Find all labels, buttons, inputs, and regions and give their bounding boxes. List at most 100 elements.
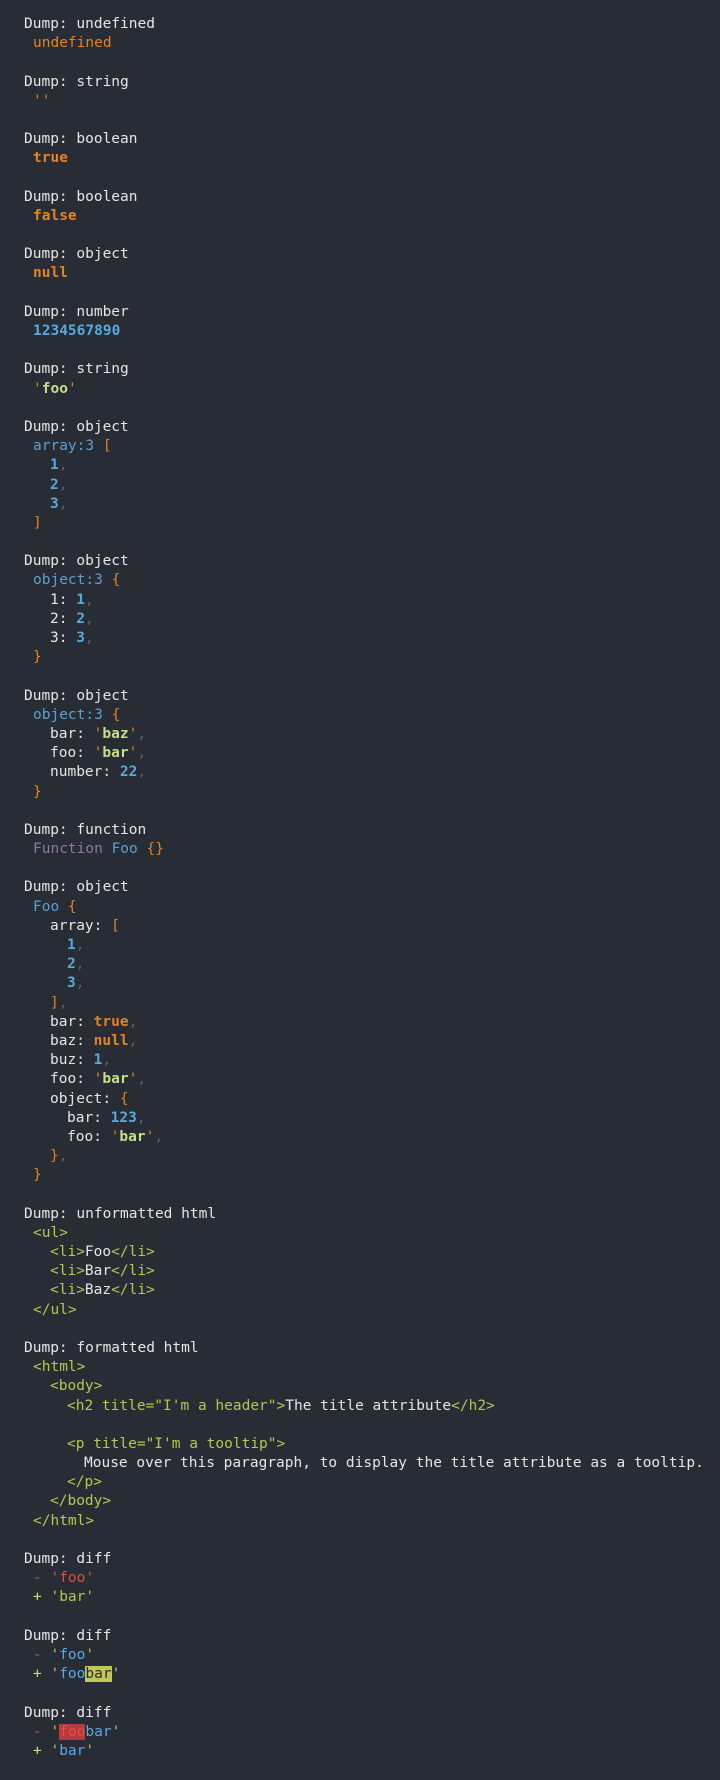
token-cm: ,: [84, 591, 94, 608]
dump-line: baz: null,: [24, 1032, 720, 1051]
token-num: 1: [76, 591, 85, 608]
dump-line: object:3 {: [24, 571, 720, 590]
dump-line: <li>Foo</li>: [24, 1243, 720, 1262]
token-cm: ,: [136, 1109, 146, 1126]
token-kw: true: [93, 1013, 129, 1030]
dump-block: Dump: object array:3 [1, 2, 3,]: [24, 418, 720, 533]
token-w: array:: [50, 917, 112, 934]
token-ds: bar: [85, 1723, 112, 1740]
dump-line: ]: [24, 514, 720, 533]
token-type: Foo: [33, 898, 68, 915]
dump-block: Dump: undefined undefined: [24, 15, 720, 53]
dump-block: Dump: object null: [24, 245, 720, 283]
token-br: ]: [33, 514, 42, 531]
token-kw: null: [33, 265, 68, 282]
dump-block: Dump: unformatted html <ul> <li>Foo</li> <l…: [24, 1205, 720, 1320]
token-br: }: [33, 649, 42, 666]
token-w: The title attribute: [285, 1397, 452, 1414]
token-br: {: [111, 706, 121, 723]
dump-block: Dump: number 1234567890: [24, 303, 720, 341]
token-str: bar: [102, 745, 129, 762]
token-tag: </li>: [111, 1244, 155, 1260]
dump-line: },: [24, 1147, 720, 1166]
token-type: object:3: [33, 572, 112, 589]
token-cm: ,: [58, 495, 68, 512]
token-cm: ,: [128, 1013, 138, 1030]
dump-line: }: [24, 1166, 720, 1185]
dump-title: Dump: diff: [24, 1704, 112, 1721]
token-br: ]: [50, 994, 59, 1011]
dump-line: - 'foobar': [24, 1723, 720, 1742]
dump-title: Dump: unformatted html: [24, 1205, 217, 1222]
dump-line: ],: [24, 994, 720, 1013]
token-dq: ': [50, 1589, 60, 1606]
token-num: 22: [119, 764, 138, 781]
token-dq: ': [85, 1589, 95, 1606]
dump-line: 1234567890: [24, 322, 720, 341]
dump-line: <h2 title="I'm a header">The title attri…: [24, 1397, 720, 1416]
token-tag: <li>: [50, 1244, 85, 1260]
token-dq: ': [50, 1723, 60, 1740]
token-br: [: [111, 917, 120, 934]
dump-line: foo: 'bar',: [24, 744, 720, 763]
dump-line: undefined: [24, 34, 720, 53]
dump-title: Dump: function: [24, 821, 147, 838]
token-dq: ': [85, 1742, 95, 1759]
dump-block: Dump: diff - 'foo' + 'foobar': [24, 1627, 720, 1685]
dump-line: <ul>: [24, 1224, 720, 1243]
dump-line: + 'foobar': [24, 1665, 720, 1684]
token-tag: <html>: [33, 1359, 86, 1376]
token-num: 3: [76, 630, 85, 646]
token-dq: ': [85, 1646, 95, 1663]
token-w: 2:: [50, 610, 77, 627]
token-str: bar: [102, 1071, 129, 1088]
dump-line: [24, 1416, 720, 1435]
token-br: {}: [146, 841, 164, 858]
dump-line: 1: 1,: [24, 591, 720, 610]
token-num: 3: [50, 495, 59, 512]
token-dq: ': [111, 1666, 121, 1683]
token-q: ': [67, 380, 77, 397]
dump-block: Dump: boolean true: [24, 130, 720, 168]
token-cm: ,: [102, 1052, 112, 1069]
token-cm: ,: [58, 1148, 68, 1165]
dump-line: true: [24, 149, 720, 168]
dump-line: <li>Baz</li>: [24, 1281, 720, 1300]
token-cm: ,: [75, 937, 85, 953]
dump-line: 3: 3,: [24, 629, 720, 648]
token-br: }: [50, 1148, 59, 1165]
token-tag: </ul>: [33, 1301, 77, 1318]
token-w: bar:: [50, 1013, 94, 1030]
dump-title: Dump: diff: [24, 1551, 112, 1567]
dump-line: </html>: [24, 1512, 720, 1531]
token-w: object:: [50, 1090, 120, 1107]
dump-line: 2: 2,: [24, 610, 720, 629]
token-kw: null: [93, 1032, 129, 1049]
dump-line: bar: 123,: [24, 1109, 720, 1128]
token-br: }: [33, 1167, 42, 1184]
dump-line: 3,: [24, 974, 720, 993]
dump-line: - 'foo': [24, 1646, 720, 1665]
dump-line: </ul>: [24, 1301, 720, 1320]
token-cm: ,: [75, 975, 85, 992]
dump-line: 3,: [24, 495, 720, 514]
dump-line: foo: 'bar',: [24, 1070, 720, 1089]
dump-line: bar: 'baz',: [24, 725, 720, 744]
token-w: foo:: [50, 1071, 94, 1088]
token-ds: bar: [59, 1742, 86, 1759]
token-type: array:3: [33, 438, 103, 455]
dump-title: Dump: object: [24, 553, 129, 570]
token-tag: </li>: [111, 1282, 155, 1299]
token-dm: 'foo': [50, 1570, 95, 1587]
token-br: {: [111, 572, 121, 589]
token-dp: +: [33, 1742, 51, 1759]
console-output: Dump: undefined undefined Dump: string '' Du…: [0, 0, 720, 1761]
dump-title: Dump: object: [24, 246, 129, 263]
token-br: {: [119, 1090, 129, 1107]
token-tag: </p>: [67, 1474, 102, 1491]
dump-line: array: [: [24, 917, 720, 936]
token-tag: </h2>: [451, 1397, 495, 1414]
token-w: foo:: [50, 745, 94, 762]
token-w: bar:: [67, 1109, 111, 1126]
dump-line: object: {: [24, 1090, 720, 1109]
